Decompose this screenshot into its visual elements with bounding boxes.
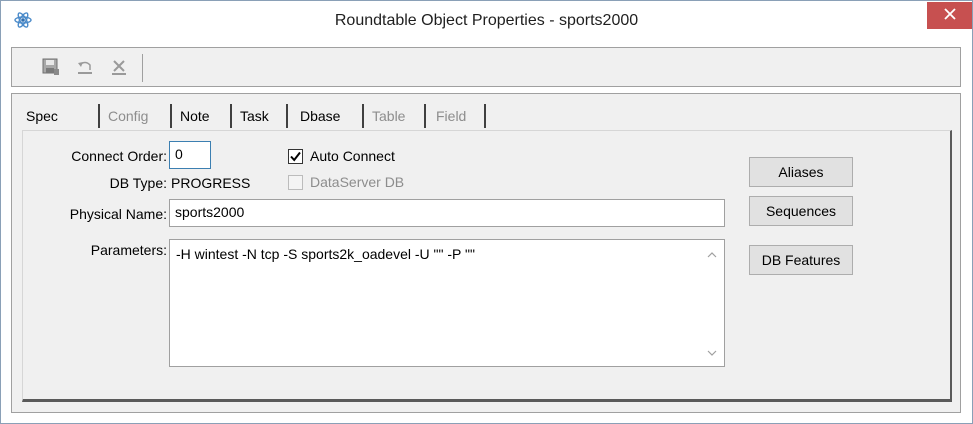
save-button[interactable] — [40, 57, 62, 79]
parameters-text: -H wintest -N tcp -S sports2k_oadevel -U… — [176, 246, 475, 262]
scroll-up-icon[interactable] — [706, 250, 718, 260]
tab-task[interactable]: Task — [240, 104, 288, 128]
tab-note[interactable]: Note — [180, 104, 232, 128]
tab-dbase[interactable]: Dbase — [294, 104, 364, 128]
title-bar[interactable]: Roundtable Object Properties - sports200… — [1, 1, 972, 41]
tab-config[interactable]: Config — [108, 104, 172, 128]
dataserver-db-label: DataServer DB — [310, 174, 405, 190]
connect-order-label: Connect Order: — [71, 148, 167, 164]
parameters-label: Parameters: — [90, 242, 167, 258]
aliases-button[interactable]: Aliases — [749, 157, 853, 187]
parameters-textarea[interactable]: -H wintest -N tcp -S sports2k_oadevel -U… — [169, 239, 725, 367]
dialog-client: Spec Config Note Task Dbase Table Field … — [9, 41, 964, 417]
close-button[interactable] — [927, 2, 972, 29]
properties-window: Roundtable Object Properties - sports200… — [0, 0, 973, 424]
auto-connect-checkbox[interactable] — [288, 149, 303, 164]
dbase-panel: Connect Order: 0 Auto Connect DB Type: P… — [22, 130, 952, 402]
tab-control: Spec Config Note Task Dbase Table Field … — [11, 93, 961, 413]
db-type-value: PROGRESS — [171, 175, 251, 191]
dataserver-db-checkbox[interactable] — [288, 175, 303, 190]
auto-connect-label: Auto Connect — [310, 148, 395, 164]
undo-icon — [76, 58, 94, 79]
db-features-button[interactable]: DB Features — [749, 245, 853, 275]
window-title: Roundtable Object Properties - sports200… — [334, 12, 639, 29]
save-icon — [42, 58, 60, 79]
tab-spec[interactable]: Spec — [22, 104, 100, 128]
connect-order-field[interactable]: 0 — [169, 141, 211, 169]
sequences-button[interactable]: Sequences — [749, 196, 853, 226]
toolbar-separator — [142, 54, 143, 82]
physical-name-label: Physical Name: — [69, 206, 167, 222]
delete-button[interactable] — [108, 57, 130, 79]
tab-field[interactable]: Field — [436, 104, 486, 128]
toolbar — [11, 47, 961, 87]
tab-table[interactable]: Table — [372, 104, 426, 128]
undo-button[interactable] — [74, 57, 96, 79]
scroll-down-icon[interactable] — [706, 348, 718, 358]
physical-name-field[interactable]: sports2000 — [169, 199, 725, 227]
close-icon — [943, 8, 956, 23]
db-type-label: DB Type: — [109, 175, 167, 191]
delete-icon — [110, 58, 128, 79]
